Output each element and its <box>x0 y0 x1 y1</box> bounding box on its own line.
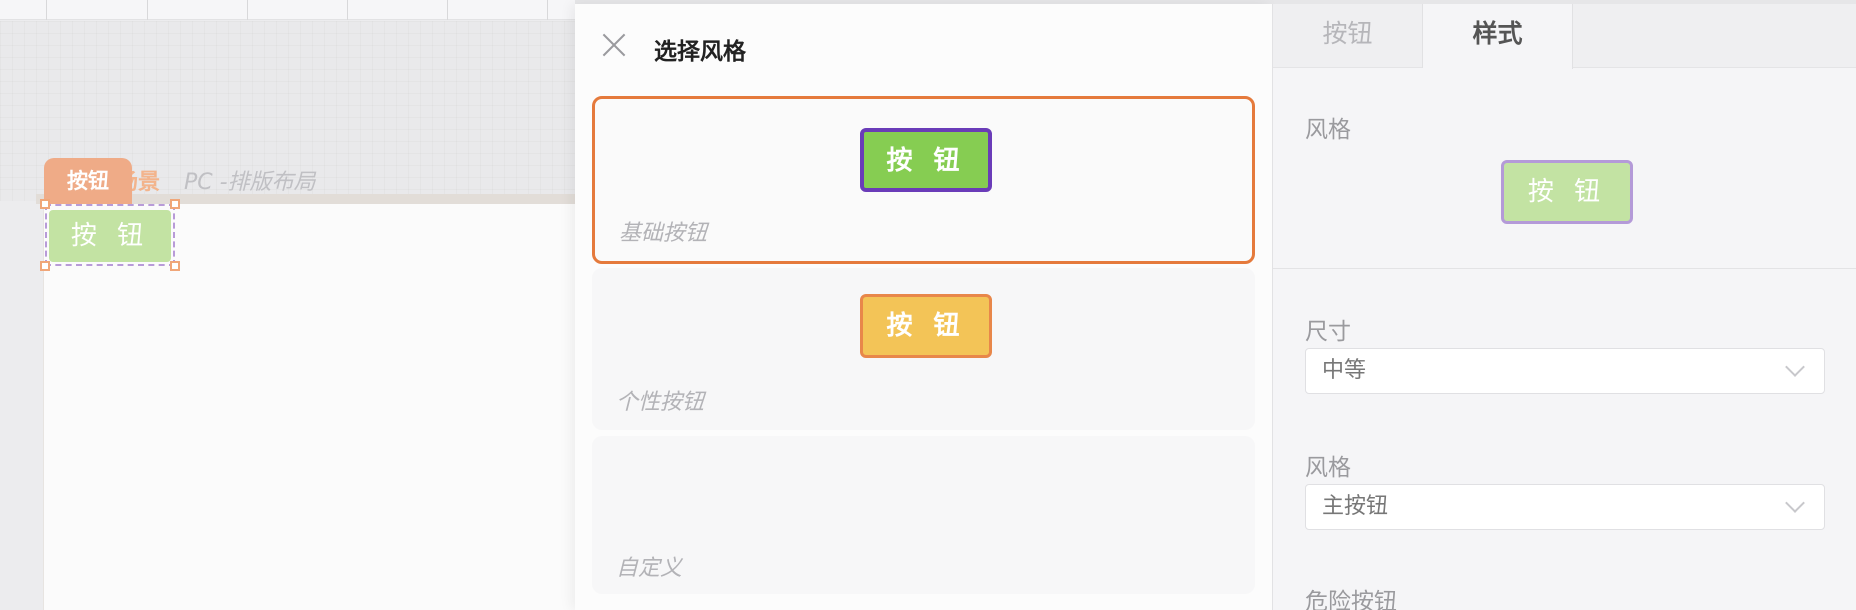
basic-button-preview: 按 钮 <box>860 128 992 192</box>
ruler-tick <box>147 0 148 20</box>
chevron-down-icon <box>1785 357 1805 377</box>
resize-handle-top-left[interactable] <box>40 199 50 209</box>
tab-button[interactable]: 按钮 <box>1273 4 1423 68</box>
style-card-basic[interactable]: 按 钮 基础按钮 <box>592 96 1255 264</box>
style-section-label: 风格 <box>1305 117 1351 143</box>
horizontal-ruler <box>0 0 575 20</box>
style-card-custom[interactable]: 自定义 <box>592 436 1255 594</box>
tab-style[interactable]: 样式 <box>1423 4 1573 69</box>
style-preview-button[interactable]: 按 钮 <box>1501 160 1633 224</box>
size-select[interactable]: 中等 <box>1305 348 1825 394</box>
selection-box <box>45 204 175 266</box>
style2-label: 风格 <box>1305 455 1351 481</box>
chevron-down-icon <box>1785 493 1805 513</box>
app-root: 场景 PC -排版布局 按钮 按 钮 选择风格 按 钮 基础按钮 按 钮 个性按… <box>0 0 1856 610</box>
style-select-value: 主按钮 <box>1322 494 1389 519</box>
resize-handle-top-right[interactable] <box>170 199 180 209</box>
properties-panel: 按钮 样式 风格 按 钮 尺寸 中等 风格 主按钮 危险按钮 <box>1272 4 1856 610</box>
design-canvas[interactable]: 场景 PC -排版布局 按钮 按 钮 <box>0 0 575 610</box>
page-subtitle: PC -排版布局 <box>184 170 316 195</box>
section-divider <box>1273 268 1856 269</box>
ruler-tick <box>347 0 348 20</box>
size-select-value: 中等 <box>1322 358 1367 383</box>
style-card-label: 自定义 <box>616 556 683 581</box>
style-select[interactable]: 主按钮 <box>1305 484 1825 530</box>
ruler-tick <box>247 0 248 20</box>
ruler-tick <box>547 0 548 20</box>
style-card-label: 基础按钮 <box>619 221 708 246</box>
style-picker-modal: 选择风格 按 钮 基础按钮 按 钮 个性按钮 自定义 <box>575 4 1272 610</box>
ruler-tick <box>447 0 448 20</box>
ruler-tick <box>46 0 47 20</box>
size-label: 尺寸 <box>1305 319 1351 345</box>
personal-button-preview: 按 钮 <box>860 294 992 358</box>
danger-button-label: 危险按钮 <box>1305 589 1397 610</box>
style-card-label: 个性按钮 <box>616 390 705 415</box>
modal-title: 选择风格 <box>654 39 746 65</box>
close-icon[interactable] <box>599 30 629 60</box>
resize-handle-bottom-left[interactable] <box>40 261 50 271</box>
component-tag[interactable]: 按钮 <box>44 158 132 204</box>
panel-tabs: 按钮 样式 <box>1273 4 1856 69</box>
resize-handle-bottom-right[interactable] <box>170 261 180 271</box>
style-card-custom-style[interactable]: 按 钮 个性按钮 <box>592 268 1255 430</box>
